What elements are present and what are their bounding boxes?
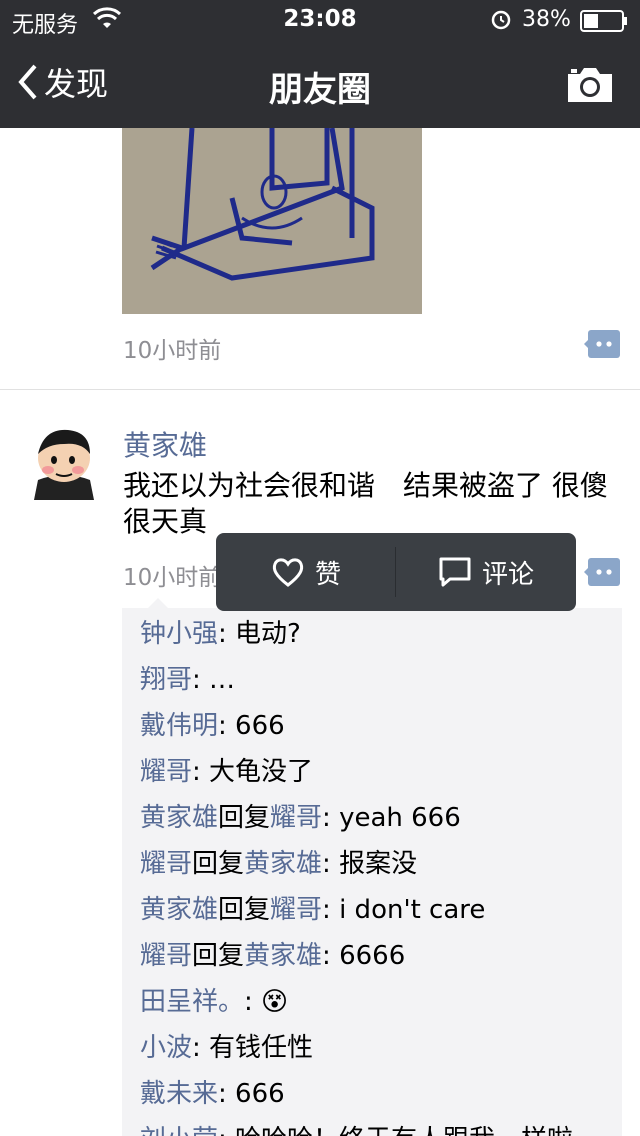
commenter-name[interactable]: 耀哥 — [140, 849, 192, 879]
comment-row[interactable]: 耀哥: 大龟没了 — [140, 754, 313, 790]
comment-row[interactable]: 戴未来: 666 — [140, 1076, 285, 1112]
alarm-icon — [491, 10, 511, 30]
heart-icon — [272, 558, 304, 587]
commenter-name[interactable]: 耀哥 — [140, 757, 192, 787]
reply-word: 回复 — [192, 941, 245, 971]
comment-row[interactable]: 耀哥回复黄家雄: 报案没 — [140, 846, 417, 882]
post-author[interactable]: 黄家雄 — [123, 424, 207, 464]
like-label: 赞 — [314, 559, 341, 590]
comment-text: : 666 — [218, 711, 285, 741]
comment-menu-icon[interactable] — [584, 330, 620, 358]
moments-feed[interactable]: 10小时前 黄家雄 我还以为社会很和谐 结果被盗了 很傻很天真 10小时前 钟小… — [0, 128, 640, 1136]
comments-pointer — [148, 598, 168, 608]
comment-text: : 666 — [218, 1079, 285, 1109]
comment-row[interactable]: 戴伟明: 666 — [140, 708, 285, 744]
comment-text: : i don't care — [322, 895, 486, 925]
top-bar: 无服务 23:08 38% 发现 朋友圈 — [0, 0, 640, 128]
comment-row[interactable]: 耀哥回复黄家雄: 6666 — [140, 938, 405, 974]
avatar[interactable] — [24, 420, 104, 500]
speech-bubble-icon — [439, 557, 471, 587]
commenter-name[interactable]: 黄家雄 — [140, 895, 218, 925]
commenter-name[interactable]: 小波 — [140, 1033, 192, 1063]
comment-text: : yeah 666 — [322, 803, 461, 833]
post-divider — [0, 389, 640, 390]
comment-row[interactable]: 黄家雄回复耀哥: i don't care — [140, 892, 485, 928]
commenter-name[interactable]: 黄家雄 — [140, 803, 218, 833]
comment-text: : 大龟没了 — [192, 757, 314, 787]
commenter-name[interactable]: 田呈祥。 — [140, 987, 244, 1017]
post-photo[interactable] — [122, 128, 422, 314]
comment-row[interactable]: 田呈祥。: 😵 — [140, 984, 288, 1020]
comment-row[interactable]: 钟小强: 电动? — [140, 616, 301, 652]
comment-button[interactable]: 评论 — [396, 533, 576, 611]
comment-label: 评论 — [481, 559, 534, 590]
sketch-drawing — [122, 128, 422, 314]
comment-text: : 😵 — [244, 987, 289, 1017]
post-time: 10小时前 — [123, 338, 222, 364]
commenter-name[interactable]: 戴伟明 — [140, 711, 218, 741]
cartoon-avatar-image — [24, 420, 104, 500]
nav-bar: 发现 朋友圈 — [0, 40, 640, 128]
comment-text: : 电动? — [218, 619, 301, 649]
reply-word: 回复 — [218, 895, 271, 925]
comment-menu-icon[interactable] — [584, 558, 620, 586]
like-button[interactable]: 赞 — [216, 533, 396, 611]
like-comment-popup: 赞 评论 — [216, 533, 576, 611]
comment-text: : 哈哈哈！终于有人跟我一样啦 — [218, 1125, 573, 1136]
battery-icon — [580, 10, 627, 32]
comment-row[interactable]: 刘小莹: 哈哈哈！终于有人跟我一样啦 — [140, 1122, 573, 1136]
reply-word: 回复 — [218, 803, 271, 833]
commenter-name[interactable]: 戴未来 — [140, 1079, 218, 1109]
comment-text: : … — [192, 665, 236, 695]
comment-text: : 6666 — [322, 941, 406, 971]
comment-row[interactable]: 黄家雄回复耀哥: yeah 666 — [140, 800, 461, 836]
post-text: 我还以为社会很和谐 结果被盗了 很傻很天真 — [123, 469, 608, 538]
reply-target-name[interactable]: 耀哥 — [270, 895, 322, 925]
post-time: 10小时前 — [123, 565, 222, 591]
commenter-name[interactable]: 耀哥 — [140, 941, 192, 971]
commenter-name[interactable]: 钟小强 — [140, 619, 218, 649]
reply-target-name[interactable]: 黄家雄 — [244, 849, 322, 879]
reply-word: 回复 — [192, 849, 245, 879]
reply-target-name[interactable]: 耀哥 — [270, 803, 322, 833]
status-bar: 无服务 23:08 38% — [0, 0, 640, 40]
comments-list: 钟小强: 电动? 翔哥: … 戴伟明: 666 耀哥: 大龟没了 黄家雄回复耀哥: ye… — [122, 608, 622, 1136]
comment-text: : 有钱任性 — [192, 1033, 314, 1063]
commenter-name[interactable]: 刘小莹 — [140, 1125, 218, 1136]
battery-percent: 38% — [522, 7, 571, 32]
reply-target-name[interactable]: 黄家雄 — [244, 941, 322, 971]
comment-text: : 报案没 — [322, 849, 418, 879]
camera-icon[interactable] — [566, 64, 614, 104]
comment-row[interactable]: 翔哥: … — [140, 662, 235, 698]
page-title: 朋友圈 — [269, 70, 371, 110]
commenter-name[interactable]: 翔哥 — [140, 665, 192, 695]
comment-row[interactable]: 小波: 有钱任性 — [140, 1030, 313, 1066]
